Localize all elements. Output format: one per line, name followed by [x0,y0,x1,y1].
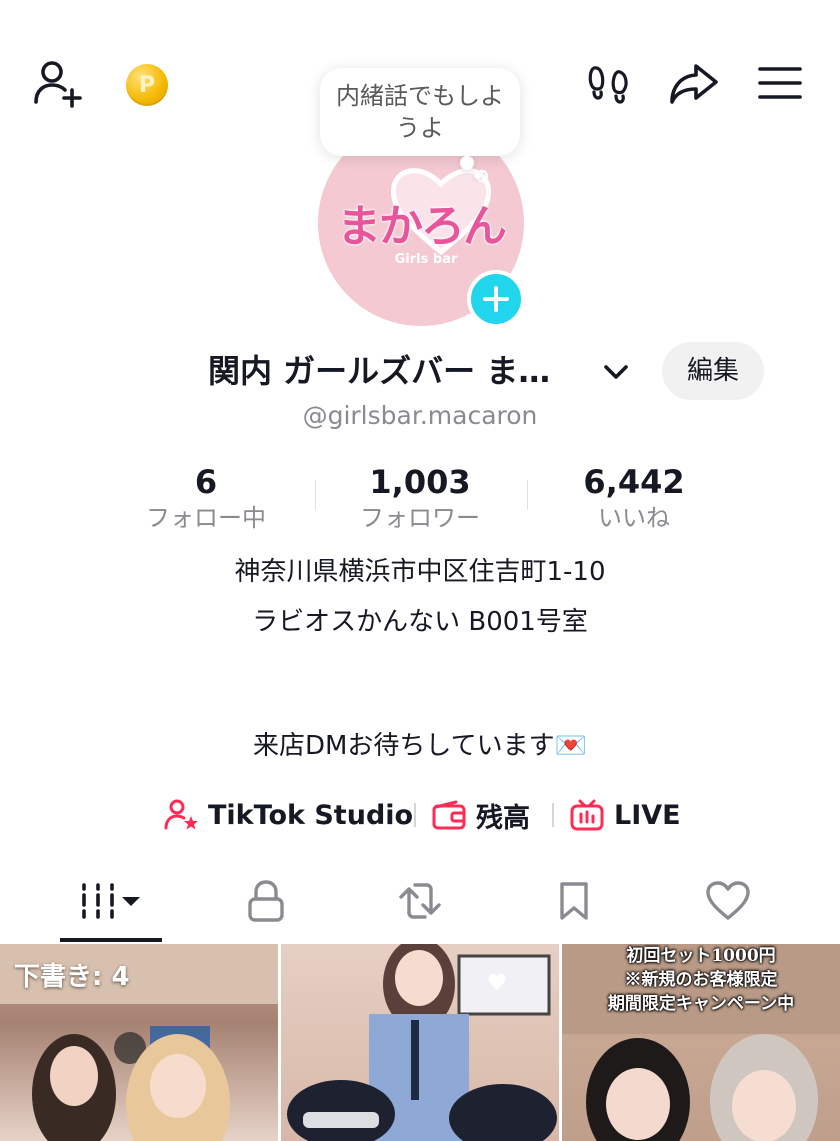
video-tile[interactable] [281,944,559,1141]
bubble-tail [460,156,474,170]
menu-button[interactable] [756,62,804,104]
add-story-button[interactable] [467,270,525,328]
stat-divider [527,480,528,510]
username-handle: @girlsbar.macaron [302,401,538,430]
bubble-tail-small [474,172,481,179]
followers-count: 1,003 [369,463,471,501]
link-divider [414,803,416,827]
edit-profile-button[interactable]: 編集 [662,342,764,400]
tab-reposts[interactable] [374,862,466,940]
draft-video-tile[interactable]: 下書き: 4 [0,944,278,1141]
likes-count: 6,442 [583,463,685,501]
status-note-bubble[interactable]: 内緒話でもしようよ [320,68,520,156]
followers-label: フォロワー [360,504,480,532]
bio-address-line1: 神奈川県横浜市中区住吉町1-10 [234,557,606,587]
status-note-text: 内緒話でもしようよ [336,82,504,142]
likes-stat[interactable]: 6,442 いいね [534,462,734,534]
profile-links-row: TikTok Studio 残高 LIVE [0,792,840,838]
tab-liked[interactable] [682,862,774,940]
promo-line1: 初回セット1000円 [626,946,776,966]
live-label: LIVE [614,799,681,831]
creator-star-icon [164,799,198,830]
chevron-down-icon [604,365,628,379]
tiktok-studio-label: TikTok Studio [208,799,414,831]
followers-stat[interactable]: 1,003 フォロワー [320,462,520,534]
hamburger-menu-icon [758,67,802,99]
video-grid: 下書き: 4 初回セット1000円 ※新規のお客様限定 期間限定キャンペーン中 [0,944,840,1141]
tab-favorites[interactable] [528,862,620,940]
wallet-icon [432,800,466,830]
following-stat[interactable]: 6 フォロー中 [106,462,306,534]
video-thumbnail-image [287,944,557,1141]
add-friend-button[interactable] [30,56,90,112]
bio-message: 来店DMお待ちしています💌 [252,731,588,761]
promo-overlay-text: 初回セット1000円 ※新規のお客様限定 期間限定キャンペーン中 [562,944,840,1016]
videos-grid-icon [82,883,140,919]
person-plus-icon [34,61,82,108]
display-name-button[interactable]: 関内 ガールズバー ま… [208,346,550,396]
bio-address-line2: ラビオスかんない B001号室 [252,607,588,637]
active-tab-indicator [60,938,162,942]
profile-views-button[interactable] [584,58,634,108]
content-tabs [0,862,840,942]
live-link[interactable]: LIVE [570,792,681,838]
draft-count-label: 下書き: 4 [14,962,130,992]
stat-divider [315,480,316,510]
share-button[interactable] [666,58,722,108]
promo-line2: ※新規のお客様限定 [624,970,778,990]
share-arrow-icon [670,64,718,104]
following-label: フォロー中 [146,504,266,532]
likes-label: いいね [598,504,670,532]
heart-icon [706,881,750,920]
balance-link[interactable]: 残高 [432,792,530,838]
plus-icon [483,286,509,312]
footprints-icon [588,66,628,104]
avatar-logo-text: まかろん [337,201,507,252]
video-tile[interactable]: 初回セット1000円 ※新規のお客様限定 期間限定キャンペーン中 [562,944,840,1141]
account-switch-button[interactable] [600,358,632,386]
avatar-logo-sub: Girls bar [394,252,458,267]
display-name: 関内 ガールズバー ま… [208,352,551,390]
link-divider [552,803,554,827]
bookmark-icon [560,882,588,920]
tab-videos[interactable] [60,862,162,940]
repost-icon [399,883,441,919]
tab-private[interactable] [220,862,312,940]
promo-line3: 期間限定キャンペーン中 [607,994,795,1014]
tiktok-studio-link[interactable]: TikTok Studio [164,792,413,838]
following-count: 6 [194,463,218,501]
balance-label: 残高 [476,802,530,834]
live-tv-icon [570,799,604,831]
lock-icon [248,880,284,922]
coin-icon[interactable]: P [126,64,168,106]
